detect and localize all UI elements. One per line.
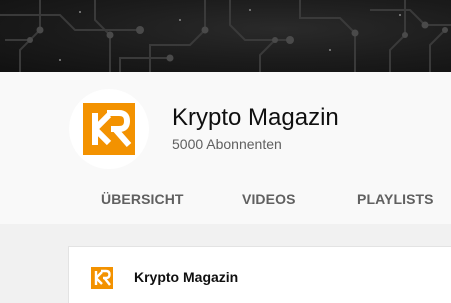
section-title[interactable]: Krypto Magazin (134, 269, 238, 285)
kr-logo-icon[interactable] (91, 267, 113, 289)
channel-content: Krypto Magazin (0, 224, 451, 303)
tab-playlists[interactable]: PLAYLISTS (357, 181, 434, 215)
featured-section-card: Krypto Magazin (68, 246, 451, 303)
kr-logo-icon (83, 103, 135, 155)
tab-overview[interactable]: ÜBERSICHT (101, 181, 184, 215)
channel-banner (0, 0, 451, 72)
circuit-pattern (0, 0, 451, 72)
channel-title: Krypto Magazin (172, 104, 339, 131)
channel-avatar[interactable] (69, 89, 149, 169)
subscriber-count: 5000 Abonnenten (172, 136, 282, 152)
channel-header: Krypto Magazin 5000 Abonnenten ÜBERSICHT… (0, 72, 451, 224)
tab-videos[interactable]: VIDEOS (242, 181, 296, 215)
